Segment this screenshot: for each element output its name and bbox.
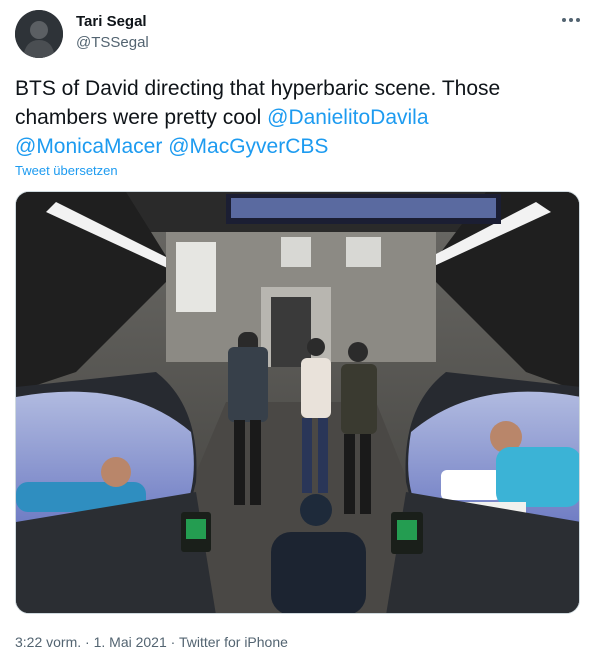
author-name[interactable]: Tari Segal xyxy=(76,13,147,30)
author-handle[interactable]: @TSSegal xyxy=(76,34,149,51)
translate-tweet-link[interactable]: Tweet übersetzen xyxy=(15,163,118,178)
mention-macgyvercbs[interactable]: @MacGyverCBS xyxy=(168,135,328,158)
more-options-button[interactable] xyxy=(556,8,586,32)
author-avatar[interactable] xyxy=(15,10,63,58)
meta-separator: · xyxy=(170,634,176,650)
meta-separator: · xyxy=(85,634,90,650)
tweet-text: BTS of David directing that hyperbaric s… xyxy=(15,74,575,161)
photo-image xyxy=(16,192,579,613)
tweet-timestamp[interactable]: 3:22 vorm. xyxy=(15,634,81,650)
avatar-image xyxy=(15,10,63,58)
tweet-photo[interactable] xyxy=(15,191,580,614)
tweet-metadata: 3:22 vorm. · 1. Mai 2021 · Twitter for i… xyxy=(15,634,288,650)
tweet-date[interactable]: 1. Mai 2021 xyxy=(94,634,167,650)
more-horizontal-icon xyxy=(562,18,580,22)
mention-danielitodavila[interactable]: @DanielitoDavila xyxy=(267,106,428,129)
mention-monicamacer[interactable]: @MonicaMacer xyxy=(15,135,162,158)
tweet-source[interactable]: Twitter for iPhone xyxy=(179,634,288,650)
